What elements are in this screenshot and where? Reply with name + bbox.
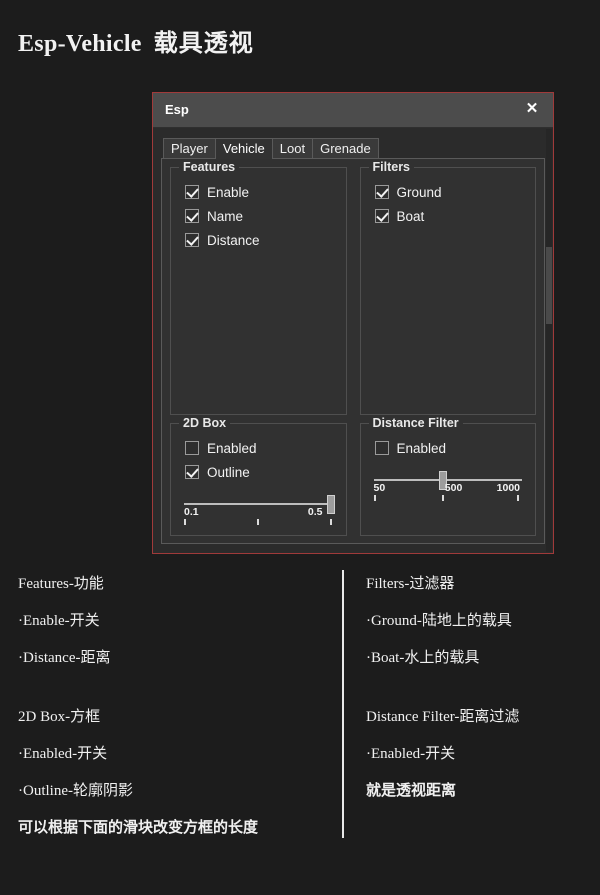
- checkbox-distance[interactable]: Distance: [185, 228, 336, 252]
- checkbox-distance-filter-enabled[interactable]: Enabled: [374, 436, 526, 460]
- checkbox-enable[interactable]: Enable: [185, 180, 336, 204]
- dialog-titlebar[interactable]: Esp ✕: [153, 93, 553, 128]
- checkbox-2dbox-enabled-box[interactable]: [185, 441, 199, 455]
- slider-distance-label-50: 50: [373, 482, 386, 494]
- note-line: Filters-过滤器: [366, 576, 455, 592]
- note-line: Features-功能: [18, 576, 104, 592]
- checkbox-2dbox-outline-label: Outline: [207, 464, 250, 480]
- note-line: ·Enable-开关: [18, 613, 100, 629]
- tab-vehicle[interactable]: Vehicle: [214, 138, 273, 159]
- group-2d-box-title: 2D Box: [179, 416, 231, 430]
- slider-distance[interactable]: 50 500 1000: [373, 470, 522, 504]
- note-spacer: [366, 683, 596, 705]
- note-line: 可以根据下面的滑块改变方框的长度: [18, 820, 259, 836]
- checkbox-name-label: Name: [207, 208, 244, 224]
- note-line: 就是透视距离: [366, 783, 457, 799]
- group-filters: Filters Ground Boat: [359, 160, 536, 415]
- checkbox-distance-box[interactable]: [185, 233, 199, 247]
- checkbox-distance-filter-enabled-box[interactable]: [374, 441, 389, 455]
- note-line: ·Outline-轮廓阴影: [18, 783, 133, 799]
- note-line: ·Boat-水上的载具: [366, 650, 480, 666]
- slider-2dbox-handle[interactable]: [327, 495, 335, 514]
- slider-2dbox-tick-mid: [257, 519, 260, 525]
- note-line: Distance Filter-距离过滤: [366, 709, 520, 725]
- notes-divider: [342, 570, 344, 838]
- dialog-title: Esp: [165, 102, 189, 117]
- slider-distance-track[interactable]: [373, 479, 522, 481]
- checkbox-boat-box[interactable]: [374, 209, 389, 223]
- notes-right: Filters-过滤器 ·Ground-陆地上的载具 ·Boat-水上的载具 D…: [366, 572, 596, 816]
- group-features: Features Enable Name Distance: [170, 160, 347, 415]
- checkbox-2dbox-enabled[interactable]: Enabled: [185, 436, 336, 460]
- slider-2dbox-label-max: 0.5: [307, 506, 323, 518]
- slider-distance-tick-500: [442, 495, 445, 501]
- checkbox-name-box[interactable]: [185, 209, 199, 223]
- slider-2dbox-tick-max: [330, 519, 332, 525]
- notes-left: Features-功能 ·Enable-开关 ·Distance-距离 2D B…: [18, 572, 328, 853]
- group-features-title: Features: [179, 160, 240, 174]
- dialog-scrollbar-thumb[interactable]: [546, 247, 552, 324]
- slider-2dbox-label-min: 0.1: [184, 506, 199, 518]
- checkbox-2dbox-enabled-label: Enabled: [207, 440, 257, 456]
- checkbox-name[interactable]: Name: [185, 204, 336, 228]
- checkbox-enable-box[interactable]: [185, 185, 199, 199]
- checkbox-2dbox-outline-box[interactable]: [185, 465, 199, 479]
- page-title-en: Esp-Vehicle: [18, 31, 142, 57]
- checkbox-ground-label: Ground: [396, 184, 442, 200]
- slider-distance-label-1000: 1000: [496, 482, 520, 494]
- slider-distance-tick-1000: [516, 495, 519, 501]
- group-distance-filter-title: Distance Filter: [368, 416, 463, 430]
- tab-strip: Player Vehicle Loot Grenade: [163, 137, 545, 159]
- slider-2dbox-track[interactable]: [184, 503, 333, 505]
- page-title: Esp-Vehicle 载具透视: [18, 23, 254, 58]
- note-line: 2D Box-方框: [18, 709, 101, 725]
- note-line: ·Enabled-开关: [18, 746, 108, 762]
- slider-2dbox-tick-min: [184, 519, 187, 525]
- checkbox-ground-box[interactable]: [374, 185, 389, 199]
- note-line: ·Distance-距离: [18, 650, 111, 666]
- checkbox-boat[interactable]: Boat: [374, 204, 526, 228]
- tab-page-vehicle: Features Enable Name Distance Filters Gr…: [161, 158, 545, 544]
- tab-grenade[interactable]: Grenade: [312, 138, 379, 159]
- group-distance-filter: Distance Filter Enabled 50 500 1000: [359, 416, 536, 536]
- slider-distance-tick-50: [373, 495, 376, 501]
- dialog-scrollbar[interactable]: [546, 129, 552, 552]
- slider-distance-label-500: 500: [444, 482, 463, 494]
- note-line: ·Ground-陆地上的载具: [366, 613, 512, 629]
- dialog-body: Player Vehicle Loot Grenade Features Ena…: [153, 128, 553, 553]
- tab-player[interactable]: Player: [163, 138, 216, 159]
- group-filters-title: Filters: [368, 160, 415, 174]
- checkbox-distance-filter-enabled-label: Enabled: [396, 440, 447, 456]
- checkbox-2dbox-outline[interactable]: Outline: [185, 460, 336, 484]
- checkbox-enable-label: Enable: [207, 184, 250, 200]
- checkbox-distance-label: Distance: [207, 232, 260, 248]
- group-2d-box: 2D Box Enabled Outline 0.1 0.5: [170, 416, 347, 536]
- page-title-cn: 载具透视: [153, 31, 254, 57]
- note-line: ·Enabled-开关: [366, 746, 456, 762]
- tab-loot[interactable]: Loot: [271, 138, 314, 159]
- note-spacer: [18, 683, 328, 705]
- checkbox-boat-label: Boat: [396, 208, 425, 224]
- close-icon[interactable]: ✕: [519, 97, 545, 121]
- checkbox-ground[interactable]: Ground: [374, 180, 526, 204]
- slider-2dbox-thickness[interactable]: 0.1 0.5: [184, 494, 335, 528]
- esp-dialog: Esp ✕ Player Vehicle Loot Grenade Featur…: [152, 92, 554, 554]
